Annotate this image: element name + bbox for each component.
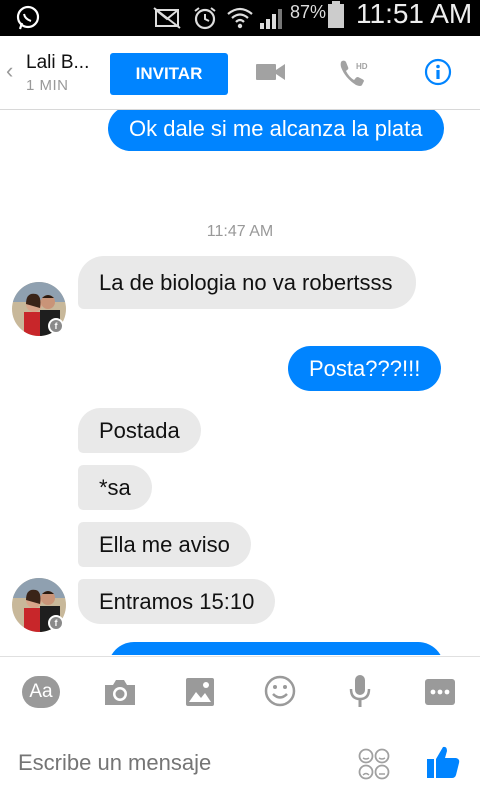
incoming-message[interactable]: Ella me aviso bbox=[78, 522, 251, 567]
emoji-icon[interactable] bbox=[358, 748, 390, 780]
signal-icon bbox=[260, 9, 282, 29]
incoming-message[interactable]: La de biologia no va robertsss bbox=[78, 256, 416, 309]
invite-button[interactable]: INVITAR bbox=[110, 53, 228, 95]
outgoing-message[interactable]: Posta???!!! bbox=[288, 346, 442, 391]
incoming-message[interactable]: *sa bbox=[78, 465, 152, 510]
message-text: Ok dale si me alcanza la plata bbox=[129, 116, 423, 141]
message-text: *sa bbox=[99, 475, 131, 500]
like-thumbs-up-icon[interactable] bbox=[425, 744, 461, 780]
info-icon[interactable] bbox=[424, 58, 452, 86]
message-text: Ella me aviso bbox=[99, 532, 230, 557]
status-bar: 87% 11:51 AM bbox=[0, 0, 480, 36]
whatsapp-icon bbox=[16, 5, 40, 30]
message-list[interactable]: Ok dale si me alcanza la plata 11:47 AM … bbox=[0, 110, 480, 655]
outgoing-message-partial[interactable] bbox=[108, 642, 444, 655]
incoming-message[interactable]: Entramos 15:10 bbox=[78, 579, 276, 624]
battery-percent: 87% bbox=[290, 2, 327, 22]
message-input[interactable] bbox=[18, 750, 338, 776]
alarm-icon bbox=[194, 7, 216, 30]
message-text: La de biologia no va robertsss bbox=[99, 270, 393, 295]
text-mode-label: Aa bbox=[29, 681, 53, 702]
message-text: Posta???!!! bbox=[309, 356, 421, 381]
video-call-icon[interactable] bbox=[255, 58, 287, 86]
hd-voice-call-icon[interactable]: HD bbox=[338, 58, 372, 90]
more-options-icon[interactable] bbox=[424, 677, 456, 707]
back-chevron-icon[interactable]: ‹ bbox=[6, 58, 13, 84]
message-timestamp: 11:47 AM bbox=[206, 223, 274, 240]
wifi-icon bbox=[227, 7, 253, 29]
gallery-icon[interactable] bbox=[185, 677, 215, 707]
microphone-icon[interactable] bbox=[348, 674, 372, 708]
mute-notifications-icon bbox=[153, 7, 181, 29]
outgoing-message[interactable]: Ok dale si me alcanza la plata bbox=[108, 110, 444, 151]
battery-icon bbox=[328, 1, 344, 28]
composer-toolbar: Aa bbox=[0, 656, 480, 726]
message-composer bbox=[0, 726, 480, 800]
message-text: Entramos 15:10 bbox=[99, 589, 255, 614]
text-mode-button[interactable]: Aa bbox=[22, 676, 60, 708]
hd-label: HD bbox=[356, 62, 368, 71]
contact-last-active: 1 MIN bbox=[26, 77, 69, 94]
camera-icon[interactable] bbox=[103, 677, 137, 707]
message-text: Postada bbox=[99, 418, 180, 443]
conversation-header: ‹ Lali B... 1 MIN INVITAR HD bbox=[0, 36, 480, 110]
facebook-badge-icon: f bbox=[48, 318, 64, 334]
incoming-message[interactable]: Postada bbox=[78, 408, 201, 453]
sticker-icon[interactable] bbox=[264, 675, 296, 707]
facebook-badge-icon: f bbox=[48, 615, 64, 631]
contact-name[interactable]: Lali B... bbox=[26, 52, 89, 74]
status-clock: 11:51 AM bbox=[356, 0, 473, 29]
